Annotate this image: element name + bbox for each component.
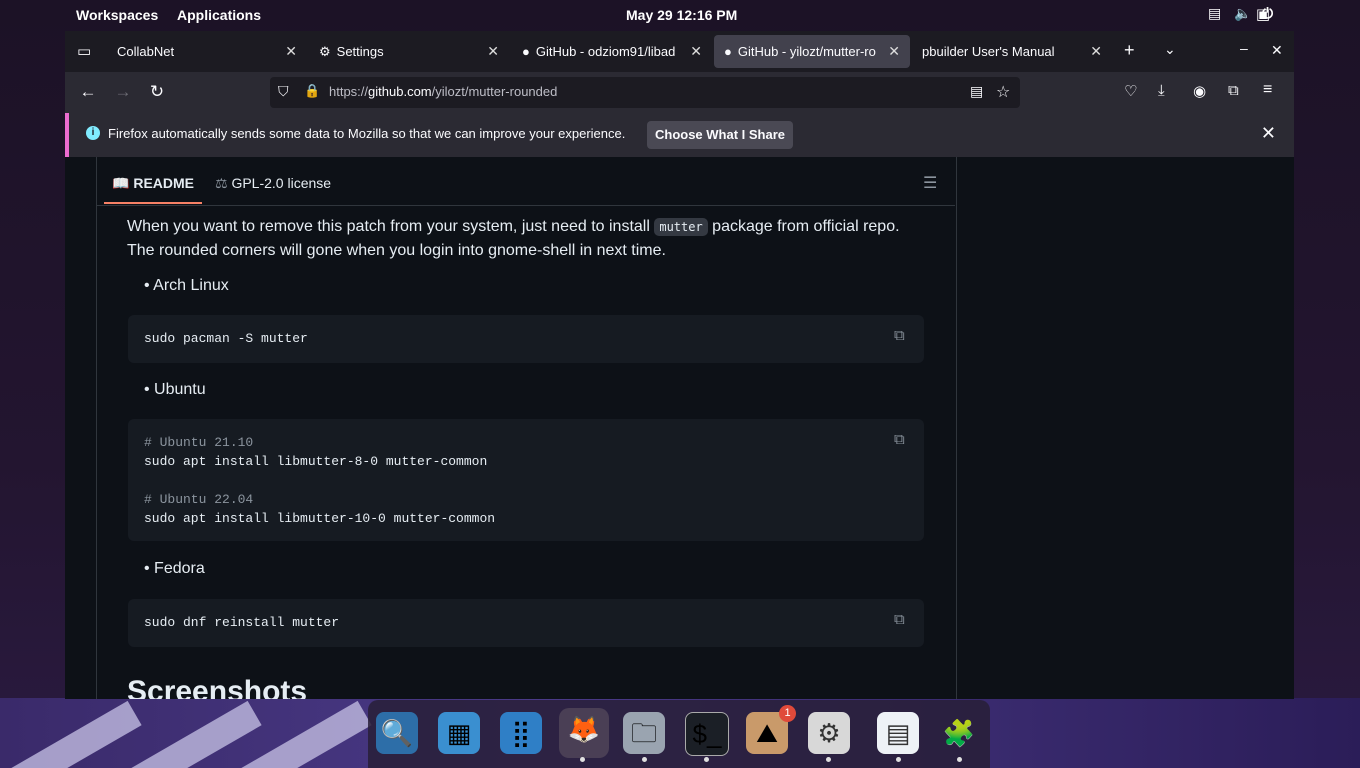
book-icon: 📖 [112,175,130,191]
tab-label: GitHub - odziom91/libad [535,44,676,59]
copy-icon[interactable]: ⧉ [894,327,912,345]
terminal-icon[interactable]: $_ [685,712,729,756]
tab-settings[interactable]: ⚙ Settings ✕ [309,35,509,68]
url-bar[interactable]: ⛉ 🔒 https://github.com/yilozt/mutter-rou… [270,77,1020,108]
dock: 🔍 ▦ ⣿ 🦊 🗀 $_ ⛰ 1 ⚙ ▤ 🧩 [368,700,990,768]
url-text[interactable]: https://github.com/yilozt/mutter-rounded [329,84,557,99]
running-indicator [896,757,901,762]
account-icon[interactable]: ◉ [1193,82,1206,100]
tab-label: GitHub - yilozt/mutter-ro [737,44,876,59]
code-block-fedora: sudo dnf reinstall mutter ⧉ [128,599,924,647]
tab-bar: ▭ CollabNet ✕ ⚙ Settings ✕ ● GitHub - od… [65,31,1294,72]
code-line: sudo pacman -S mutter [144,331,308,346]
choose-what-i-share-button[interactable]: Choose What I Share [647,121,793,149]
power-icon[interactable]: ⏻ [1262,5,1273,22]
extensions-icon[interactable]: ⧉ [1228,82,1239,99]
notification-text: Firefox automatically sends some data to… [108,126,626,141]
gear-icon: ⚙ [319,43,331,59]
close-icon[interactable]: ✕ [487,43,499,60]
tab-list-icon[interactable]: ⌄ [1164,41,1176,58]
running-indicator [580,757,585,762]
close-window-icon[interactable]: ✕ [1271,42,1283,59]
readme-panel: 📖 README ⚖ GPL-2.0 license ☰ When you wa… [96,157,957,699]
close-icon[interactable]: ✕ [285,43,297,60]
volume-icon[interactable]: 🔈 [1234,5,1251,22]
back-icon[interactable]: ← [74,80,102,104]
tab-github-libad[interactable]: ● GitHub - odziom91/libad ✕ [512,35,712,68]
section-heading: Screenshots [127,675,308,699]
github-icon: ● [522,44,530,59]
close-icon[interactable]: ✕ [1090,43,1102,60]
tab-license[interactable]: ⚖ GPL-2.0 license [215,175,331,192]
minimize-icon[interactable]: – [1240,40,1248,56]
reload-icon[interactable]: ↻ [143,80,171,104]
firefox-view-icon[interactable]: ▭ [77,42,91,60]
scale-icon: ⚖ [215,175,228,191]
code-line: sudo apt install libmutter-10-0 mutter-c… [144,511,496,526]
nav-bar: ← → ↻ ⛉ 🔒 https://github.com/yilozt/mutt… [65,72,1294,113]
reader-view-icon[interactable]: ▤ [970,83,983,100]
close-icon[interactable]: ✕ [1261,123,1276,144]
github-icon: ● [724,44,732,59]
tab-readme[interactable]: 📖 README [112,175,194,192]
clock[interactable]: May 29 12:16 PM [626,7,737,23]
copy-icon[interactable]: ⧉ [894,611,912,629]
applications-button[interactable]: Applications [177,7,261,23]
search-icon[interactable]: 🔍 [376,712,418,754]
inline-code: mutter [654,218,708,236]
settings-gear-icon[interactable]: ⚙ [808,712,850,754]
notification-badge: 1 [779,705,796,722]
menu-icon[interactable]: ≡ [1263,81,1272,99]
extensions-puzzle-icon[interactable]: 🧩 [938,712,980,754]
system-monitor-icon[interactable]: ▤ [877,712,919,754]
tab-underline [104,202,202,204]
browser-window: ▭ CollabNet ✕ ⚙ Settings ✕ ● GitHub - od… [65,31,1294,699]
notification-bar: i Firefox automatically sends some data … [65,113,1294,157]
running-indicator [826,757,831,762]
running-indicator [642,757,647,762]
code-block-ubuntu: # Ubuntu 21.10 sudo apt install libmutte… [128,419,924,541]
lock-icon[interactable]: 🔒 [304,83,320,99]
tab-collabnet[interactable]: CollabNet ✕ [107,35,307,68]
copy-icon[interactable]: ⧉ [894,431,912,449]
bookmark-star-icon[interactable]: ☆ [996,82,1010,102]
tab-label: Settings [336,44,384,59]
tab-pbuilder[interactable]: pbuilder User's Manual ✕ [912,35,1112,68]
close-icon[interactable]: ✕ [888,43,900,60]
downloads-icon[interactable]: ⤓ [1158,82,1165,99]
info-icon: i [86,126,100,140]
list-item: • Fedora [144,560,205,577]
code-comment: # Ubuntu 21.10 [144,435,254,450]
tab-github-mutter[interactable]: ● GitHub - yilozt/mutter-ro ✕ [714,35,910,68]
running-indicator [704,757,709,762]
screen-icon[interactable]: ▤ [1208,5,1221,22]
list-item: • Ubuntu [144,381,206,398]
forward-icon[interactable]: → [109,80,137,104]
close-icon[interactable]: ✕ [690,43,702,60]
shield-icon[interactable]: ⛉ [278,83,289,100]
readme-header: 📖 README ⚖ GPL-2.0 license ☰ [97,157,955,206]
new-tab-icon[interactable]: + [1124,40,1135,61]
workspaces-button[interactable]: Workspaces [76,7,158,23]
firefox-icon[interactable]: 🦊 [559,708,609,758]
code-comment: # Ubuntu 22.04 [144,492,254,507]
app-grid-icon[interactable]: ⣿ [500,712,542,754]
code-line: sudo dnf reinstall mutter [144,615,340,630]
tab-label: CollabNet [117,44,175,59]
code-block-arch: sudo pacman -S mutter ⧉ [128,315,924,363]
workspaces-icon[interactable]: ▦ [438,712,480,754]
running-indicator [957,757,962,762]
outline-icon[interactable]: ☰ [923,173,937,193]
readme-paragraph: When you want to remove this patch from … [127,218,900,259]
pocket-icon[interactable]: ♡ [1124,82,1137,100]
code-line: sudo apt install libmutter-8-0 mutter-co… [144,454,488,469]
top-panel: Workspaces Applications May 29 12:16 PM … [0,0,1360,30]
page-content: 📖 README ⚖ GPL-2.0 license ☰ When you wa… [65,157,1294,699]
files-icon[interactable]: 🗀 [623,712,665,754]
list-item: • Arch Linux [144,277,229,294]
tab-label: pbuilder User's Manual [922,44,1055,59]
